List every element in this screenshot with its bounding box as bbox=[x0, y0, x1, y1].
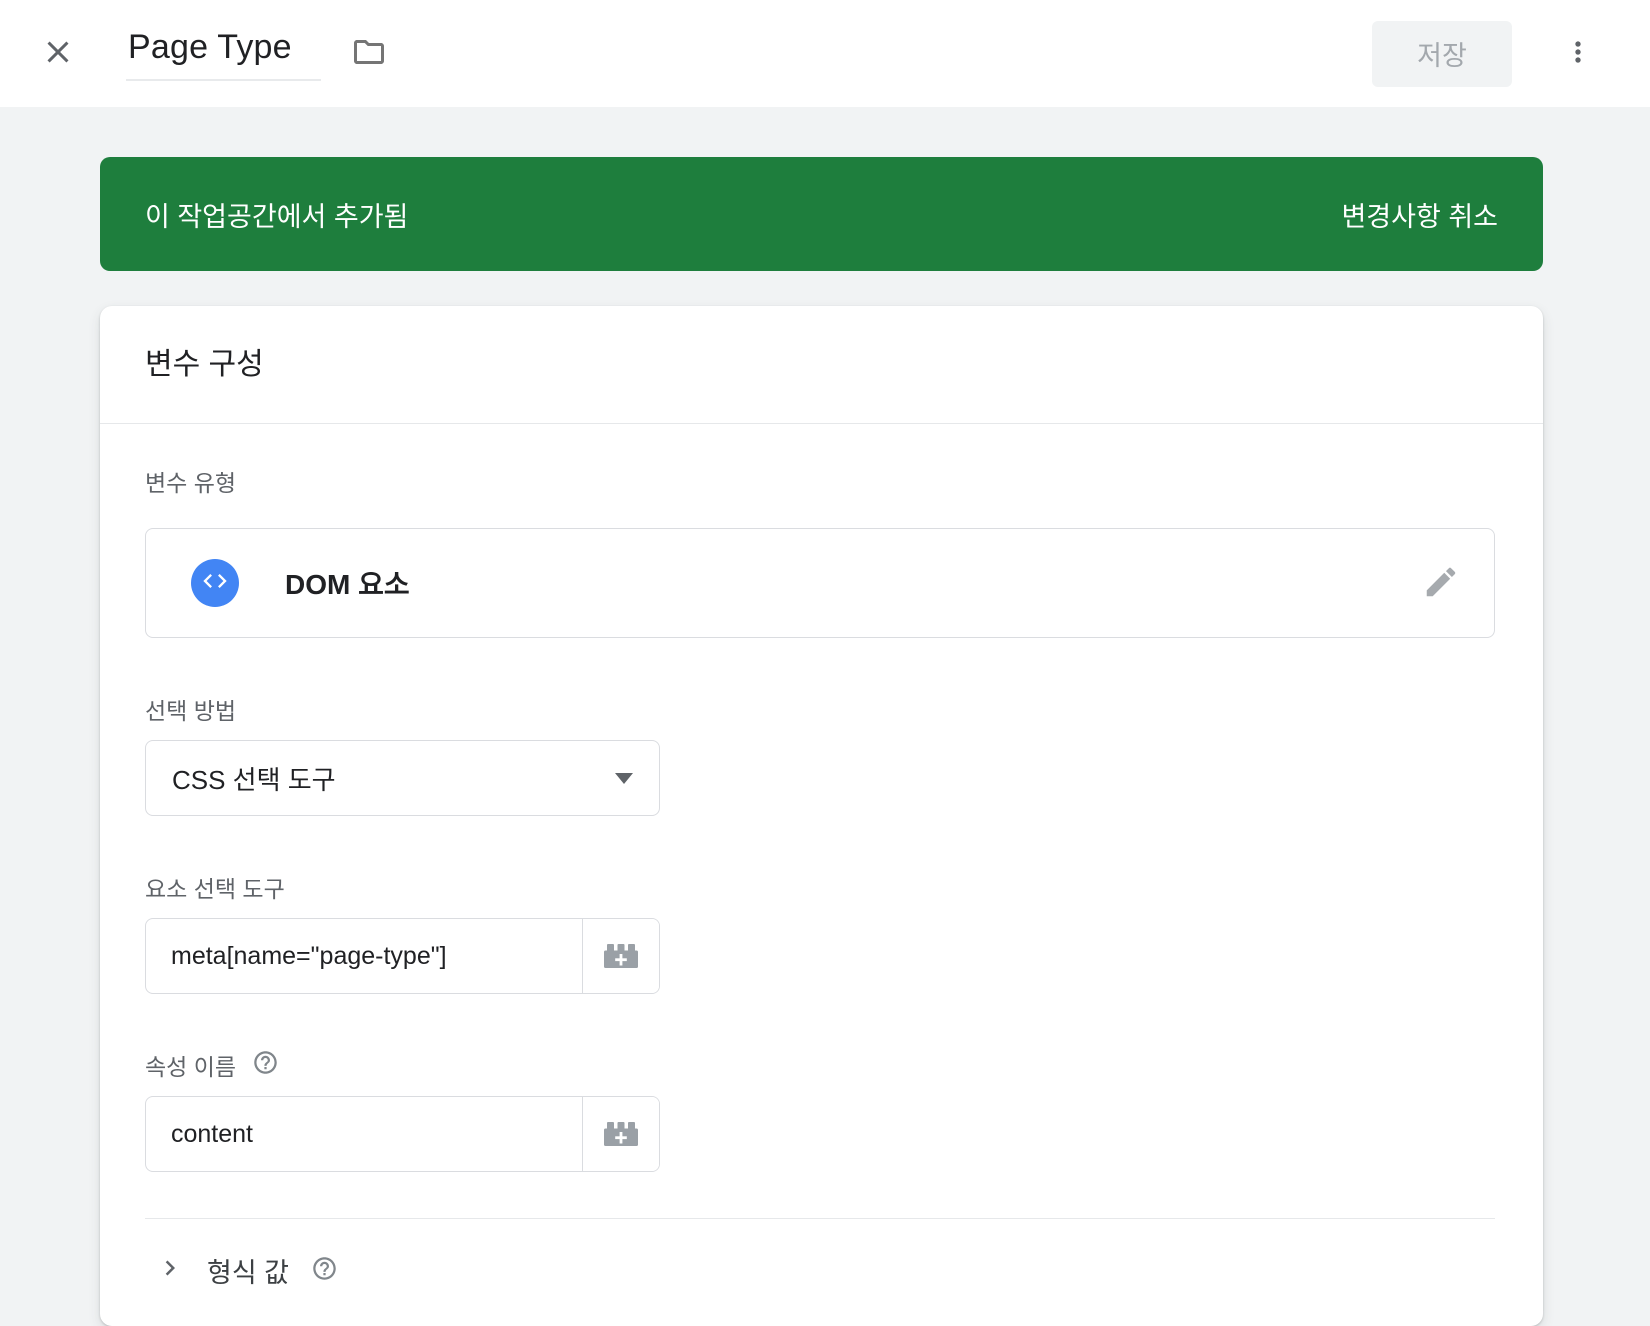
workspace-banner: 이 작업공간에서 추가됨 변경사항 취소 bbox=[100, 157, 1543, 271]
dropdown-arrow-icon bbox=[615, 773, 633, 784]
element-selector-label: 요소 선택 도구 bbox=[145, 870, 1495, 904]
section-divider bbox=[145, 1218, 1495, 1219]
element-selector-input[interactable] bbox=[146, 919, 582, 993]
variable-type-label: 변수 유형 bbox=[145, 464, 1495, 498]
format-value-label: 형식 값 bbox=[207, 1251, 289, 1290]
lego-brick-icon bbox=[603, 941, 639, 972]
variable-type-badge bbox=[191, 559, 239, 607]
card-title: 변수 구성 bbox=[145, 339, 1498, 383]
card-header: 변수 구성 bbox=[100, 306, 1543, 424]
selection-method-value: CSS 선택 도구 bbox=[172, 760, 336, 797]
edit-variable-type-button[interactable] bbox=[1422, 563, 1460, 604]
top-bar: Page Type 저장 bbox=[0, 0, 1650, 107]
code-icon bbox=[201, 567, 229, 600]
attribute-name-input[interactable] bbox=[146, 1097, 582, 1171]
selection-method-label: 선택 방법 bbox=[145, 692, 1495, 726]
more-menu-button[interactable] bbox=[1562, 36, 1594, 71]
variable-name-field[interactable]: Page Type bbox=[126, 26, 321, 81]
chevron-right-icon bbox=[155, 1253, 185, 1288]
folder-icon bbox=[351, 34, 387, 73]
banner-message: 이 작업공간에서 추가됨 bbox=[145, 195, 408, 234]
discard-changes-link[interactable]: 변경사항 취소 bbox=[1341, 195, 1498, 234]
variable-name-text: Page Type bbox=[128, 28, 292, 66]
card-body: 변수 유형 DOM 요소 선택 방법 CSS 선택 도구 bbox=[100, 464, 1543, 1326]
selection-method-dropdown[interactable]: CSS 선택 도구 bbox=[145, 740, 660, 816]
variable-type-value: DOM 요소 bbox=[285, 563, 410, 603]
save-button[interactable]: 저장 bbox=[1372, 21, 1512, 87]
attribute-name-label: 속성 이름 bbox=[145, 1048, 236, 1082]
help-icon[interactable] bbox=[311, 1255, 338, 1287]
close-button[interactable] bbox=[40, 34, 76, 73]
help-icon[interactable] bbox=[252, 1049, 279, 1082]
element-selector-field bbox=[145, 918, 660, 994]
variable-type-selector[interactable]: DOM 요소 bbox=[145, 528, 1495, 638]
attribute-name-field bbox=[145, 1096, 660, 1172]
element-selector-variable-picker-button[interactable] bbox=[582, 919, 659, 993]
more-vert-icon bbox=[1562, 36, 1594, 71]
main-content: 이 작업공간에서 추가됨 변경사항 취소 변수 구성 변수 유형 DOM 요소 bbox=[0, 157, 1650, 1326]
format-value-expander[interactable]: 형식 값 bbox=[145, 1251, 1495, 1290]
pencil-icon bbox=[1422, 563, 1460, 604]
attribute-name-label-row: 속성 이름 bbox=[145, 1048, 1495, 1082]
lego-brick-icon bbox=[603, 1119, 639, 1150]
close-icon bbox=[40, 34, 76, 73]
folder-button[interactable] bbox=[351, 34, 387, 73]
attribute-name-variable-picker-button[interactable] bbox=[582, 1097, 659, 1171]
variable-config-card: 변수 구성 변수 유형 DOM 요소 선택 방법 bbox=[100, 306, 1543, 1326]
